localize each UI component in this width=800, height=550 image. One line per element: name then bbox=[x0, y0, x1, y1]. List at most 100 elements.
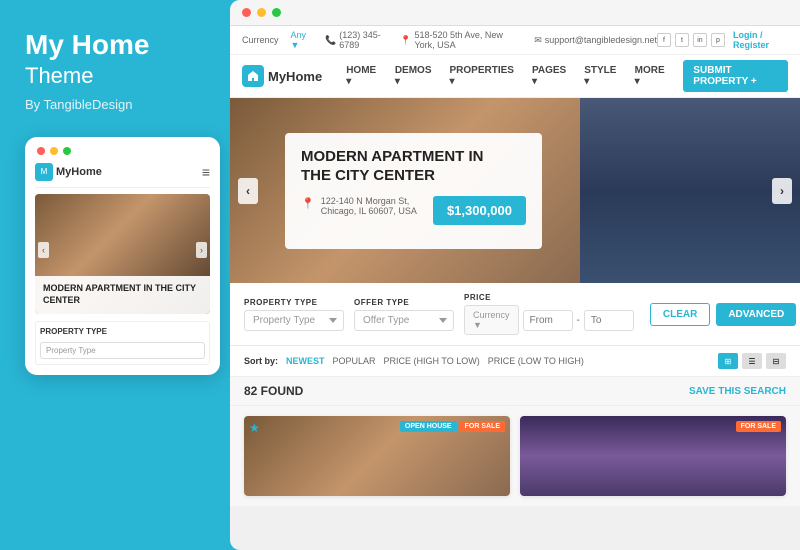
property-image-1: ★ OPEN HOUSE FOR SALE bbox=[244, 416, 510, 496]
price-row: Currency ▼ - bbox=[464, 305, 634, 335]
browser-dot-yellow bbox=[257, 8, 266, 17]
pinterest-icon[interactable]: p bbox=[711, 33, 725, 47]
theme-name: My Home bbox=[25, 30, 210, 61]
property-type-label: PROPERTY TYPE bbox=[244, 298, 344, 307]
search-buttons: CLEAR ADVANCED bbox=[650, 303, 796, 326]
property-image-2: FOR SALE bbox=[520, 416, 786, 496]
browser-dot-green bbox=[272, 8, 281, 17]
nav-logo-icon bbox=[242, 65, 264, 87]
sort-price-low[interactable]: PRICE (LOW TO HIGH) bbox=[488, 356, 584, 366]
mobile-logo-text: MyHome bbox=[56, 166, 102, 178]
mobile-property-type-select[interactable]: Property Type bbox=[40, 342, 205, 359]
mobile-search-label: PROPERTY TYPE bbox=[40, 327, 205, 336]
hero-section: ‹ › MODERN APARTMENT IN THE CITY CENTER … bbox=[230, 98, 800, 283]
sort-newest[interactable]: NEWEST bbox=[286, 356, 325, 366]
sort-popular[interactable]: POPULAR bbox=[333, 356, 376, 366]
nav-properties[interactable]: PROPERTIES ▾ bbox=[449, 65, 513, 87]
hamburger-icon[interactable]: ≡ bbox=[202, 164, 210, 180]
mobile-logo-icon: M bbox=[35, 163, 53, 181]
nav-home[interactable]: HOME ▾ bbox=[346, 65, 377, 87]
offer-type-select[interactable]: Offer Type bbox=[354, 310, 454, 331]
price-label: PRICE bbox=[464, 293, 634, 302]
property-card-2[interactable]: FOR SALE bbox=[520, 416, 786, 496]
for-sale-badge-1: FOR SALE bbox=[460, 421, 505, 432]
dot-green bbox=[63, 147, 71, 155]
badge-row-1: OPEN HOUSE FOR SALE bbox=[400, 421, 505, 432]
login-link[interactable]: Login / Register bbox=[733, 30, 788, 50]
instagram-icon[interactable]: in bbox=[693, 33, 707, 47]
mobile-search-section: PROPERTY TYPE Property Type bbox=[35, 321, 210, 365]
hero-card-address: 📍 122-140 N Morgan St, Chicago, IL 60607… bbox=[301, 196, 526, 225]
property-grid: ★ OPEN HOUSE FOR SALE FOR SALE bbox=[230, 406, 800, 506]
for-sale-badge-2: FOR SALE bbox=[736, 421, 781, 432]
browser-chrome bbox=[230, 0, 800, 26]
nav-logo: MyHome bbox=[242, 65, 322, 87]
hero-right-image bbox=[580, 98, 800, 283]
browser-dot-red bbox=[242, 8, 251, 17]
nav-pages[interactable]: PAGES ▾ bbox=[532, 65, 566, 87]
grid-view-button[interactable]: ⊞ bbox=[718, 353, 738, 369]
results-bar: Sort by: NEWEST POPULAR PRICE (HIGH TO L… bbox=[230, 346, 800, 377]
badge-row-2: FOR SALE bbox=[736, 421, 781, 432]
nav-logo-text: MyHome bbox=[268, 69, 322, 84]
mobile-hero-title: MODERN APARTMENT IN THE CITY CENTER bbox=[43, 283, 202, 306]
price-field: PRICE Currency ▼ - bbox=[464, 293, 634, 335]
mobile-prev-button[interactable]: ‹ bbox=[38, 242, 49, 258]
email-icon: ✉ bbox=[534, 35, 542, 46]
nav-style[interactable]: STYLE ▾ bbox=[584, 65, 616, 87]
mobile-next-button[interactable]: › bbox=[196, 242, 207, 258]
twitter-icon[interactable]: t bbox=[675, 33, 689, 47]
nav-more[interactable]: MORE ▾ bbox=[635, 65, 666, 87]
topbar-social: f t in p bbox=[657, 33, 725, 47]
hero-card-title: MODERN APARTMENT IN THE CITY CENTER bbox=[301, 147, 526, 186]
facebook-icon[interactable]: f bbox=[657, 33, 671, 47]
right-panel: Currency Any ▼ 📞 (123) 345-6789 📍 518-52… bbox=[230, 0, 800, 550]
advanced-button[interactable]: ADVANCED bbox=[716, 303, 796, 326]
hero-price-button[interactable]: $1,300,000 bbox=[433, 196, 526, 225]
property-grid-header: 82 FOUND SAVE THIS SEARCH bbox=[230, 377, 800, 406]
mobile-hero-overlay: MODERN APARTMENT IN THE CITY CENTER bbox=[35, 276, 210, 313]
left-panel: My Home Theme By TangibleDesign M MyHome… bbox=[0, 0, 230, 550]
favorite-icon-1[interactable]: ★ bbox=[249, 421, 260, 435]
property-type-select[interactable]: Property Type bbox=[244, 310, 344, 331]
found-count: 82 FOUND bbox=[244, 384, 303, 398]
open-house-badge: OPEN HOUSE bbox=[400, 421, 457, 432]
hero-prev-button[interactable]: ‹ bbox=[238, 178, 258, 204]
hero-card: MODERN APARTMENT IN THE CITY CENTER 📍 12… bbox=[285, 133, 542, 249]
mobile-preview: M MyHome ≡ ‹ › MODERN APARTMENT IN THE C… bbox=[25, 137, 220, 375]
list-view-button[interactable]: ☰ bbox=[742, 353, 762, 369]
phone-icon: 📞 bbox=[325, 35, 336, 46]
address-pin-icon: 📍 bbox=[301, 197, 315, 210]
clear-button[interactable]: CLEAR bbox=[650, 303, 710, 326]
view-icons: ⊞ ☰ ⊟ bbox=[718, 353, 786, 369]
property-card-1[interactable]: ★ OPEN HOUSE FOR SALE bbox=[244, 416, 510, 496]
mobile-logo: M MyHome bbox=[35, 163, 102, 181]
offer-type-label: OFFER TYPE bbox=[354, 298, 454, 307]
price-to-input[interactable] bbox=[584, 310, 634, 331]
hero-next-button[interactable]: › bbox=[772, 178, 792, 204]
submit-property-button[interactable]: SUBMIT PROPERTY + bbox=[683, 60, 788, 92]
search-bar: PROPERTY TYPE Property Type OFFER TYPE O… bbox=[230, 283, 800, 346]
mobile-hero: ‹ › MODERN APARTMENT IN THE CITY CENTER bbox=[35, 194, 210, 314]
topbar-right: f t in p Login / Register bbox=[657, 30, 788, 50]
theme-author: By TangibleDesign bbox=[25, 97, 210, 112]
theme-subtitle: Theme bbox=[25, 63, 210, 89]
dot-red bbox=[37, 147, 45, 155]
currency-dropdown[interactable]: Currency ▼ bbox=[464, 305, 519, 335]
site-topbar: Currency Any ▼ 📞 (123) 345-6789 📍 518-52… bbox=[230, 26, 800, 55]
price-dash: - bbox=[577, 315, 580, 326]
mobile-nav: M MyHome ≡ bbox=[35, 163, 210, 188]
price-from-input[interactable] bbox=[523, 310, 573, 331]
nav-demos[interactable]: DEMOS ▾ bbox=[395, 65, 432, 87]
sort-price-high[interactable]: PRICE (HIGH TO LOW) bbox=[384, 356, 480, 366]
property-type-field: PROPERTY TYPE Property Type bbox=[244, 298, 344, 331]
offer-type-field: OFFER TYPE Offer Type bbox=[354, 298, 454, 331]
mobile-dots bbox=[35, 147, 210, 155]
topbar-left: Currency Any ▼ 📞 (123) 345-6789 📍 518-52… bbox=[242, 30, 657, 50]
theme-title: My Home Theme By TangibleDesign bbox=[25, 30, 210, 112]
map-view-button[interactable]: ⊟ bbox=[766, 353, 786, 369]
save-search-link[interactable]: SAVE THIS SEARCH bbox=[689, 386, 786, 397]
site-nav: MyHome HOME ▾ DEMOS ▾ PROPERTIES ▾ PAGES… bbox=[230, 55, 800, 98]
sort-label: Sort by: bbox=[244, 356, 278, 366]
currency-select[interactable]: Any ▼ bbox=[291, 30, 313, 50]
